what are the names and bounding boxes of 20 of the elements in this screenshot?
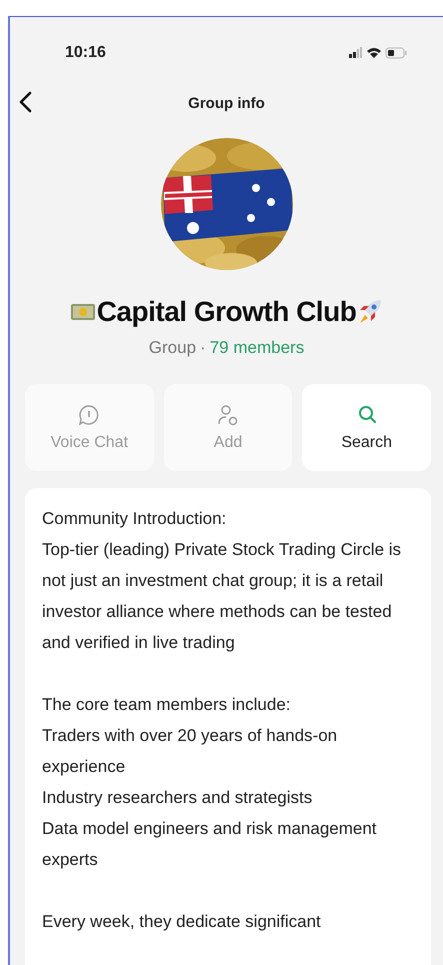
description-text: Industry researchers and strategists (42, 787, 314, 809)
money-icon (70, 302, 96, 322)
description-text: Data model engineers and risk management experts (42, 818, 378, 871)
back-icon[interactable] (18, 91, 32, 113)
description-text: Top-tier (leading) Private Stock Trading Circle is not just an investment chat group; it is a retail investor alliance where methods can be tested and verified in live trading (42, 539, 402, 654)
members-link[interactable]: 79 members (210, 338, 304, 358)
page-title: Group info (188, 94, 265, 112)
group-type: Group (148, 338, 196, 358)
status-icons (349, 46, 407, 60)
description-text: Traders with over 20 years of hands-on experience (42, 725, 338, 778)
group-name: Capital Growth Club (96, 296, 356, 328)
status-time: 10:16 (65, 44, 106, 62)
rocket-icon (357, 298, 384, 326)
add-person-icon (217, 404, 239, 426)
description-text: Community Introduction: (42, 508, 228, 530)
description-text: The core team members include: (42, 694, 292, 716)
search-button[interactable]: Search (302, 384, 432, 471)
speech-bubble-icon (78, 404, 100, 426)
description-text: Every week, they dedicate significant (42, 911, 322, 933)
separator-dot: · (200, 338, 206, 358)
